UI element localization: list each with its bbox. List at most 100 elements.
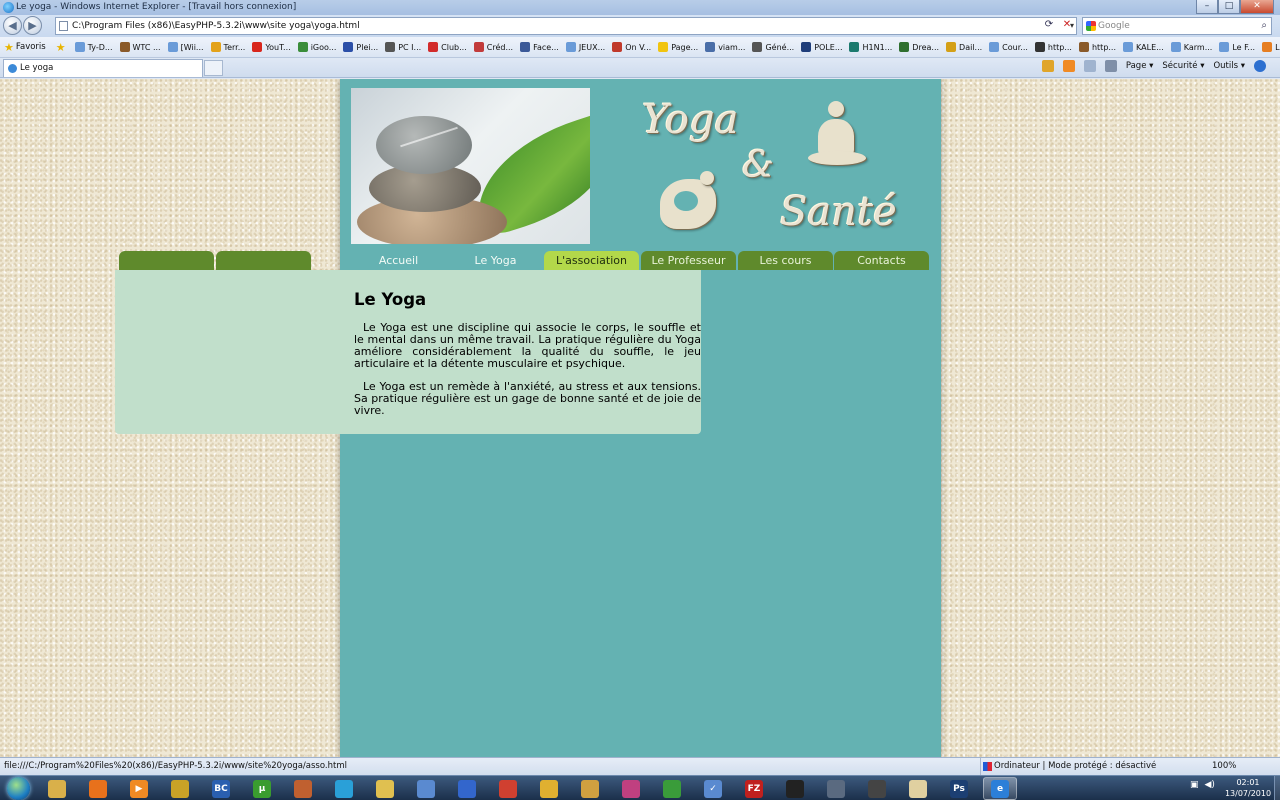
favorite-item[interactable]: POLE... — [801, 42, 842, 52]
print-icon[interactable] — [1104, 60, 1117, 72]
taskbar-app-12[interactable] — [491, 777, 525, 800]
taskbar-app-bc[interactable]: BC — [204, 777, 238, 800]
taskbar-explorer[interactable] — [40, 777, 74, 800]
favorite-item[interactable]: PC I... — [385, 42, 421, 52]
taskbar-app-10[interactable] — [409, 777, 443, 800]
favorite-item[interactable]: [Wii... — [167, 42, 204, 52]
tools-menu[interactable]: Outils ▾ — [1213, 61, 1245, 71]
home-icon[interactable] — [1041, 60, 1054, 72]
refresh-icon[interactable]: ⟳ — [1042, 18, 1056, 32]
favorite-item[interactable]: Plei... — [343, 42, 378, 52]
back-button[interactable]: ◀ — [3, 16, 22, 35]
favorite-item[interactable]: viam... — [705, 42, 745, 52]
taskbar-filezilla[interactable]: FZ — [737, 777, 771, 800]
favorite-item[interactable]: WTC ... — [119, 42, 161, 52]
favorite-item[interactable]: Karm... — [1170, 42, 1213, 52]
security-zone[interactable]: Ordinateur | Mode protégé : désactivé — [980, 758, 1156, 775]
favorite-icon — [1078, 42, 1089, 52]
nav-accueil[interactable]: Accueil — [351, 251, 446, 270]
taskbar-app-17[interactable]: ✓ — [696, 777, 730, 800]
nav-contacts[interactable]: Contacts — [834, 251, 929, 270]
taskbar-app-4[interactable] — [163, 777, 197, 800]
search-box[interactable]: Google ⌕ — [1082, 17, 1272, 35]
page-menu[interactable]: Page ▾ — [1126, 61, 1154, 71]
taskbar-photoshop[interactable]: Ps — [942, 777, 976, 800]
help-icon[interactable] — [1254, 60, 1266, 72]
favorites-button[interactable]: ★ Favoris — [4, 41, 46, 54]
zoom-level[interactable]: 100% — [1212, 758, 1236, 775]
taskbar-app-utorrent[interactable]: µ — [245, 777, 279, 800]
favorite-item[interactable]: Le F... — [1219, 42, 1255, 52]
taskbar-app-15[interactable] — [614, 777, 648, 800]
search-icon[interactable]: ⌕ — [1261, 18, 1267, 34]
start-button[interactable] — [3, 776, 33, 800]
taskbar-app-9[interactable] — [368, 777, 402, 800]
favorite-item[interactable]: Cour... — [989, 42, 1028, 52]
favorite-item[interactable]: http... — [1078, 42, 1116, 52]
taskbar-internet-explorer[interactable]: e — [983, 777, 1017, 800]
favorites-label: Favoris — [15, 42, 46, 52]
favorite-item[interactable]: Page... — [658, 42, 698, 52]
network-icon[interactable]: ▣ — [1190, 780, 1199, 790]
paragraph-1: Le Yoga est une discipline qui associe l… — [354, 321, 701, 370]
stop-icon[interactable]: ✕ — [1060, 18, 1074, 32]
address-row: ◀ ▶ C:\Program Files (x86)\EasyPHP-5.3.2… — [0, 15, 1280, 37]
favorite-item[interactable]: YouT... — [252, 42, 291, 52]
taskbar-firefox[interactable] — [81, 777, 115, 800]
favorite-item[interactable]: http... — [1034, 42, 1072, 52]
taskbar-app-13[interactable] — [532, 777, 566, 800]
taskbar-app-14[interactable] — [573, 777, 607, 800]
page-viewport: Yoga & Santé Accueil Le Yoga L'associati… — [0, 79, 1280, 757]
favorite-item[interactable]: Dail... — [946, 42, 982, 52]
address-bar[interactable]: C:\Program Files (x86)\EasyPHP-5.3.2i\ww… — [55, 17, 1077, 35]
favorite-item[interactable]: Ty-D... — [74, 42, 113, 52]
mail-icon[interactable] — [1083, 60, 1096, 72]
security-menu[interactable]: Sécurité ▾ — [1162, 61, 1204, 71]
favorite-item[interactable]: On V... — [612, 42, 651, 52]
new-tab-button[interactable] — [204, 60, 223, 76]
favorite-icon — [297, 42, 308, 52]
taskbar-app-21[interactable] — [860, 777, 894, 800]
show-desktop-button[interactable] — [1274, 776, 1280, 800]
taskbar-app-20[interactable] — [819, 777, 853, 800]
maximize-button[interactable]: □ — [1218, 0, 1240, 14]
favorite-item[interactable]: Terr... — [210, 42, 245, 52]
favorite-item[interactable]: Drea... — [899, 42, 939, 52]
minimize-button[interactable]: – — [1196, 0, 1218, 14]
clock[interactable]: 02:01 13/07/2010 — [1222, 777, 1274, 799]
taskbar-app-16[interactable] — [655, 777, 689, 800]
side-tab-1[interactable] — [119, 251, 214, 270]
favorite-item[interactable]: iGoo... — [297, 42, 336, 52]
favorite-label: POLE... — [814, 42, 843, 52]
side-tab-2[interactable] — [216, 251, 311, 270]
favorite-label: Karm... — [1183, 42, 1213, 52]
taskbar-app-19[interactable] — [778, 777, 812, 800]
command-bar: Page ▾ Sécurité ▾ Outils ▾ — [1041, 60, 1266, 72]
taskbar-media-player[interactable]: ▶ — [122, 777, 156, 800]
nav-professeur[interactable]: Le Professeur — [641, 251, 736, 270]
favorite-item[interactable]: Créd... — [473, 42, 513, 52]
nav-le-yoga[interactable]: Le Yoga — [448, 251, 543, 270]
browser-tab-active[interactable]: Le yoga — [3, 59, 203, 77]
close-button[interactable]: ✕ — [1240, 0, 1274, 14]
app-22-icon — [909, 779, 927, 798]
nav-association[interactable]: L'association — [544, 251, 639, 270]
taskbar-app-8[interactable] — [327, 777, 361, 800]
favorite-item[interactable]: Linu... — [1262, 42, 1280, 52]
favorite-item[interactable]: Géné... — [752, 42, 794, 52]
favorite-item[interactable]: H1N1... — [849, 42, 892, 52]
favorite-label: Dail... — [959, 42, 983, 52]
app-15-icon — [622, 779, 640, 798]
favorite-item[interactable]: JEUX... — [565, 42, 605, 52]
favorite-item[interactable]: Face... — [520, 42, 559, 52]
feeds-icon[interactable] — [1062, 60, 1075, 72]
taskbar-app-11[interactable] — [450, 777, 484, 800]
nav-les-cours[interactable]: Les cours — [738, 251, 833, 270]
volume-icon[interactable]: ◀) — [1205, 780, 1215, 790]
taskbar-app-7[interactable] — [286, 777, 320, 800]
favorite-item[interactable]: KALE... — [1123, 42, 1164, 52]
forward-button[interactable]: ▶ — [23, 16, 42, 35]
add-favorites-button[interactable]: ★ — [56, 41, 68, 54]
taskbar-app-22[interactable] — [901, 777, 935, 800]
favorite-item[interactable]: Club... — [428, 42, 467, 52]
